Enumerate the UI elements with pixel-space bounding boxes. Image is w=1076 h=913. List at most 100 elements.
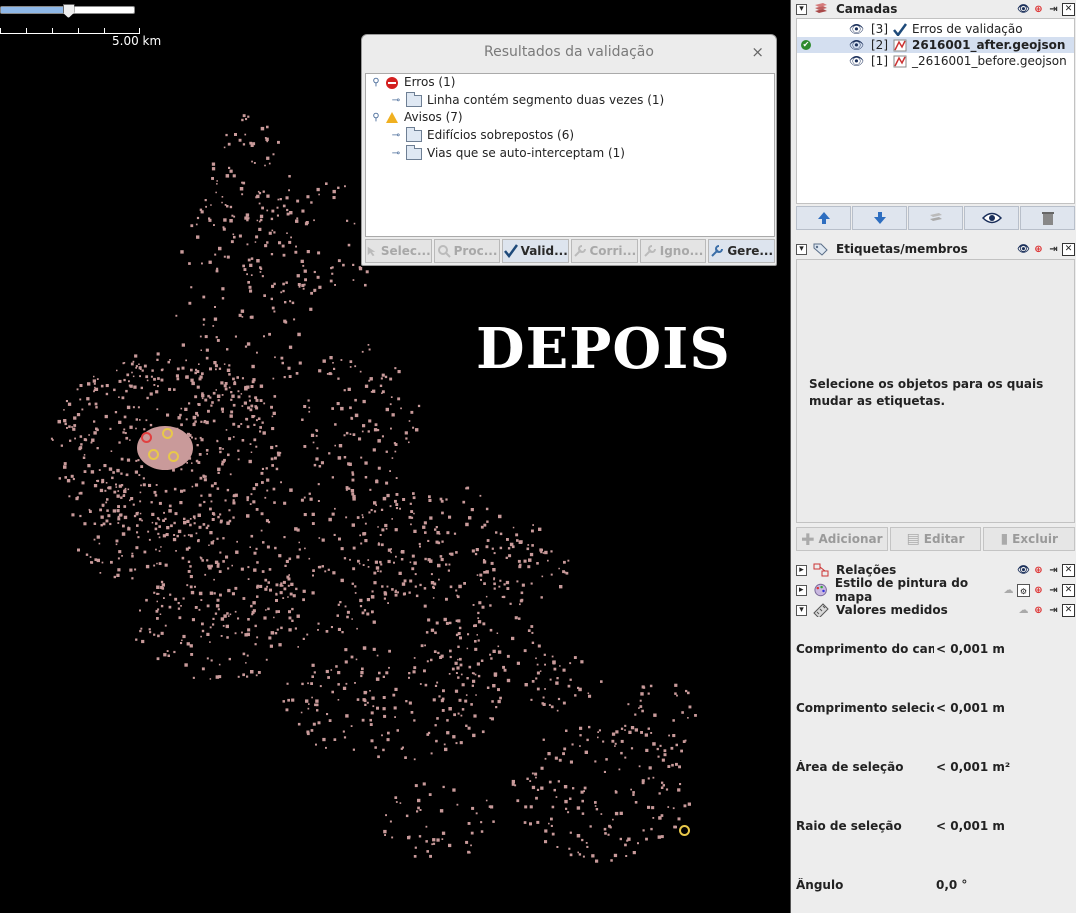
building-feature[interactable] [594,801,597,804]
building-feature[interactable] [412,492,415,495]
building-feature[interactable] [437,563,441,568]
building-feature[interactable] [87,464,91,468]
building-feature[interactable] [267,607,270,611]
building-feature[interactable] [470,831,474,835]
building-feature[interactable] [497,650,502,654]
building-feature[interactable] [562,752,565,756]
building-feature[interactable] [370,739,374,743]
building-feature[interactable] [551,655,554,658]
building-feature[interactable] [553,788,557,792]
building-feature[interactable] [82,456,86,460]
building-feature[interactable] [189,585,193,589]
building-feature[interactable] [265,609,267,611]
building-feature[interactable] [232,516,235,519]
building-feature[interactable] [286,232,288,234]
building-feature[interactable] [246,514,250,518]
building-feature[interactable] [677,788,681,792]
building-feature[interactable] [620,727,624,730]
building-feature[interactable] [366,598,370,602]
building-feature[interactable] [551,832,555,836]
building-feature[interactable] [324,570,327,573]
building-feature[interactable] [463,582,466,585]
building-feature[interactable] [650,827,653,831]
building-feature[interactable] [588,725,591,729]
building-feature[interactable] [220,381,224,385]
building-feature[interactable] [401,550,405,554]
building-feature[interactable] [499,579,502,582]
building-feature[interactable] [216,267,219,270]
building-feature[interactable] [426,733,430,736]
building-feature[interactable] [238,138,242,142]
building-feature[interactable] [109,427,112,430]
building-feature[interactable] [58,477,61,480]
building-feature[interactable] [215,368,217,371]
building-feature[interactable] [562,570,565,574]
building-feature[interactable] [441,838,444,840]
building-feature[interactable] [310,201,313,204]
building-feature[interactable] [536,788,540,791]
building-feature[interactable] [349,366,352,368]
building-feature[interactable] [397,397,401,401]
building-feature[interactable] [210,500,213,503]
building-feature[interactable] [122,431,125,434]
building-feature[interactable] [180,423,183,427]
building-feature[interactable] [466,486,470,490]
building-feature[interactable] [319,685,322,688]
building-feature[interactable] [583,786,587,790]
building-feature[interactable] [408,672,411,675]
building-feature[interactable] [538,527,542,531]
building-feature[interactable] [417,806,420,810]
building-feature[interactable] [315,457,319,461]
building-feature[interactable] [485,799,488,802]
building-feature[interactable] [531,641,535,644]
building-feature[interactable] [435,740,437,743]
building-feature[interactable] [266,489,269,492]
building-feature[interactable] [455,672,458,674]
building-feature[interactable] [369,690,371,692]
building-feature[interactable] [191,462,193,464]
building-feature[interactable] [291,698,295,702]
building-feature[interactable] [347,462,351,466]
building-feature[interactable] [318,193,320,196]
building-feature[interactable] [237,425,241,428]
building-feature[interactable] [277,453,281,457]
building-feature[interactable] [439,656,443,659]
building-feature[interactable] [468,665,472,669]
building-feature[interactable] [161,587,165,590]
building-feature[interactable] [345,682,348,685]
building-feature[interactable] [573,656,577,659]
building-feature[interactable] [135,546,139,550]
building-feature[interactable] [288,345,293,349]
building-feature[interactable] [270,297,273,301]
building-feature[interactable] [116,573,120,577]
building-feature[interactable] [200,635,202,638]
building-feature[interactable] [394,593,398,597]
building-feature[interactable] [117,517,121,521]
building-feature[interactable] [459,741,463,745]
building-feature[interactable] [306,633,309,636]
building-feature[interactable] [387,731,390,735]
building-feature[interactable] [381,585,384,588]
building-feature[interactable] [63,462,67,466]
building-feature[interactable] [312,722,316,726]
building-feature[interactable] [76,388,79,391]
building-feature[interactable] [389,505,392,508]
building-feature[interactable] [214,306,216,308]
building-feature[interactable] [201,392,204,395]
building-feature[interactable] [50,437,53,440]
building-feature[interactable] [351,618,353,620]
building-feature[interactable] [226,612,229,615]
building-feature[interactable] [158,525,161,528]
building-feature[interactable] [687,802,691,806]
building-feature[interactable] [117,568,121,572]
building-feature[interactable] [600,813,603,815]
building-feature[interactable] [393,706,397,710]
building-feature[interactable] [172,537,177,542]
building-feature[interactable] [346,615,349,619]
building-feature[interactable] [123,505,127,508]
building-feature[interactable] [459,636,462,640]
building-feature[interactable] [78,492,81,495]
building-feature[interactable] [181,556,185,560]
building-feature[interactable] [540,786,544,790]
building-feature[interactable] [249,546,251,548]
